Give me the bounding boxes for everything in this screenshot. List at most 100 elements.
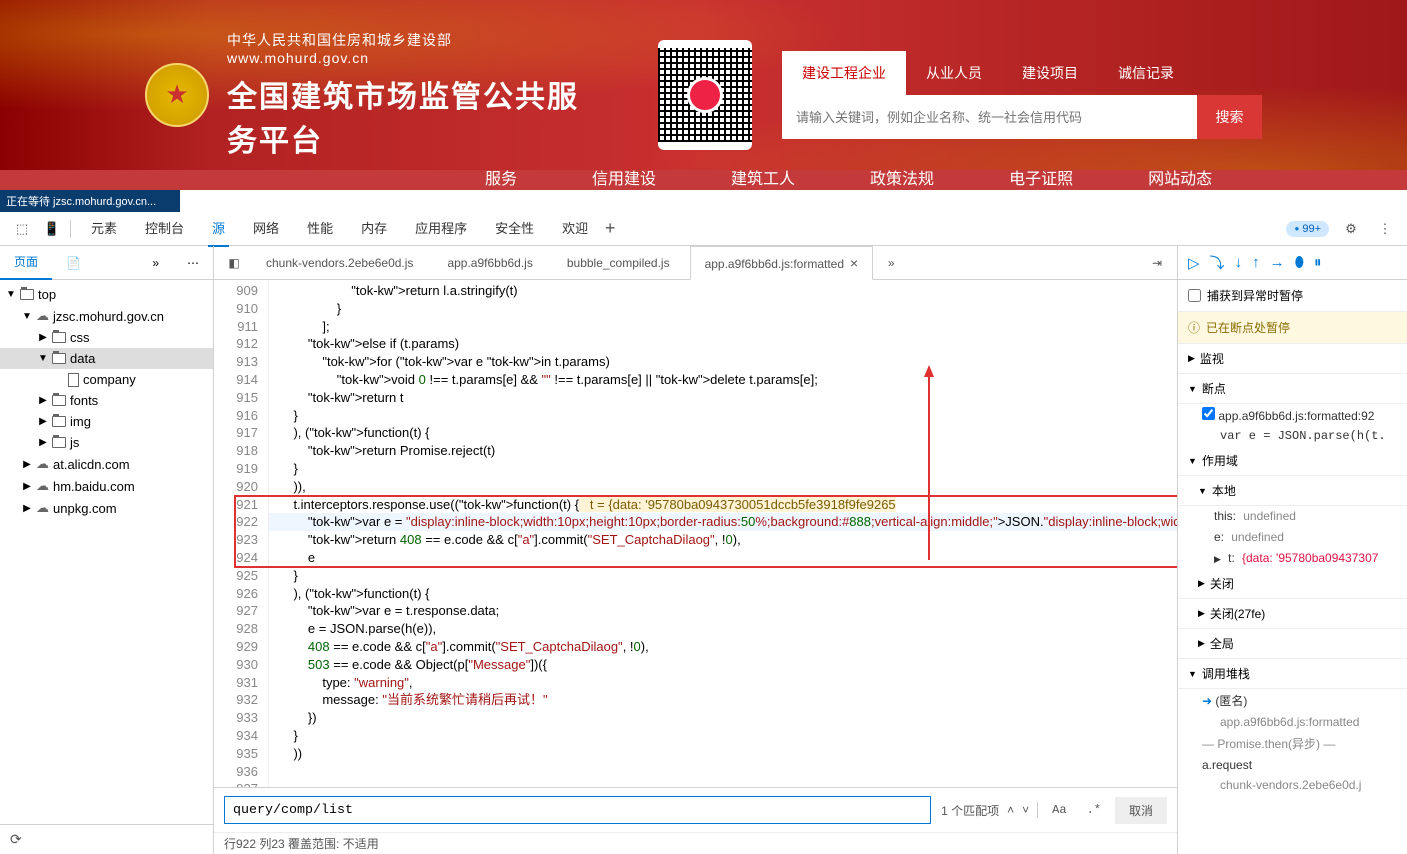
callstack-frame[interactable]: a.request [1178,755,1407,775]
folder-icon [52,437,66,448]
device-toggle-icon[interactable]: 📱 [40,217,64,241]
watch-section[interactable]: ▶监视 [1178,344,1407,374]
inspect-icon[interactable]: ⬚ [10,217,34,241]
tree-item-img[interactable]: ▶img [0,411,213,432]
header-title: 全国建筑市场监管公共服务平台 [227,72,598,160]
local-var[interactable]: e: undefined [1178,527,1407,548]
regex-toggle[interactable]: .* [1081,800,1107,820]
nav-item-5[interactable]: 网站动态 [1148,170,1212,190]
header-subtitle: 中华人民共和国住房和城乡建设部 www.mohurd.gov.cn [227,30,598,66]
nav-toggle-icon[interactable]: ◧ [222,251,246,275]
tree-item-js[interactable]: ▶js [0,432,213,453]
nav-item-2[interactable]: 建筑工人 [731,170,795,190]
issues-badge[interactable]: 99+ [1286,221,1329,237]
site-header: 中华人民共和国住房和城乡建设部 www.mohurd.gov.cn 全国建筑市场… [0,0,1407,170]
national-emblem-icon [145,63,209,127]
search-tab-1[interactable]: 从业人员 [906,51,1002,95]
debugger-sidebar: ▷ ⤵ ↓ ↑ → ⬮ ⏸ 捕获到异常时暂停 ⓘ已在断点处暂停 ▶监视 ▼断点 … [1177,246,1407,854]
devtools-tab-源[interactable]: 源 [208,210,229,247]
file-tab-2[interactable]: bubble_compiled.js [553,248,684,278]
case-toggle[interactable]: Aa [1046,800,1072,820]
search-tab-0[interactable]: 建设工程企业 [782,51,906,95]
tree-item-at.alicdn.com[interactable]: ▶at.alicdn.com [0,453,213,475]
callstack-frame[interactable]: ➜ (匿名) [1178,689,1407,712]
step-over-icon[interactable]: ⤵ [1210,252,1225,273]
tree-item-top[interactable]: ▼top [0,284,213,305]
pause-exc-icon[interactable]: ⏸ [1314,254,1322,271]
search-input[interactable] [782,95,1197,139]
qr-code [658,40,752,150]
more-tabs-icon[interactable]: » [138,248,173,278]
devtools-tab-欢迎[interactable]: 欢迎 [558,210,592,247]
settings-icon[interactable]: ⚙ [1339,217,1363,241]
nav-item-3[interactable]: 政策法规 [870,170,934,190]
deactivate-bp-icon[interactable]: ⬮ [1295,254,1304,271]
devtools-tab-控制台[interactable]: 控制台 [141,210,188,247]
breakpoints-section[interactable]: ▼断点 [1178,374,1407,404]
local-var[interactable]: ▶ t: {data: '95780ba09437307 [1178,548,1407,569]
find-input[interactable] [224,796,931,824]
callstack-section[interactable]: ▼调用堆栈 [1178,659,1407,689]
main-nav: 服务 信用建设 建筑工人 政策法规 电子证照 网站动态 [0,170,1407,190]
search-tab-2[interactable]: 建设项目 [1002,51,1098,95]
nav-item-0[interactable]: 服务 [485,170,517,190]
folder-icon [52,332,66,343]
step-into-icon[interactable]: ↓ [1235,254,1243,271]
file-tab-1[interactable]: app.a9f6bb6d.js [433,248,546,278]
devtools-tab-内存[interactable]: 内存 [357,210,391,247]
tree-item-css[interactable]: ▶css [0,327,213,348]
step-icon[interactable]: → [1270,254,1285,271]
tree-item-data[interactable]: ▼data [0,348,213,369]
dock-icon[interactable]: ⇥ [1145,251,1169,275]
more-icon[interactable]: ⋮ [1373,217,1397,241]
match-count: 1 个匹配项 [941,802,999,819]
step-out-icon[interactable]: ↑ [1252,254,1260,271]
find-cancel[interactable]: 取消 [1115,797,1167,824]
devtools-tab-性能[interactable]: 性能 [303,210,337,247]
search-button[interactable]: 搜索 [1197,95,1262,139]
local-scope[interactable]: ▼本地 [1178,476,1407,506]
devtools-tab-安全性[interactable]: 安全性 [491,210,538,247]
paused-banner: ⓘ已在断点处暂停 [1178,312,1407,344]
local-var[interactable]: this: undefined [1178,506,1407,527]
tree-item-company[interactable]: company [0,369,213,390]
tree-item-unpkg.com[interactable]: ▶unpkg.com [0,497,213,519]
tree-item-hm.baidu.com[interactable]: ▶hm.baidu.com [0,475,213,497]
devtools-tab-应用程序[interactable]: 应用程序 [411,210,471,247]
file-tab-0[interactable]: chunk-vendors.2ebe6e0d.js [252,248,427,278]
status-bar: 正在等待 jzsc.mohurd.gov.cn... [0,190,180,212]
nav-item-1[interactable]: 信用建设 [592,170,656,190]
file-tab-3[interactable]: app.a9f6bb6d.js:formatted× [690,246,874,280]
page-tab[interactable]: 页面 [0,245,52,280]
devtools-toolbar: ⬚ 📱 元素控制台源网络性能内存应用程序安全性欢迎 + 99+ ⚙ ⋮ [0,212,1407,246]
pause-exception-checkbox[interactable] [1188,289,1201,302]
find-bar: 1 个匹配项 ˄ ˅ Aa .* 取消 [214,787,1177,832]
source-panel: ◧ chunk-vendors.2ebe6e0d.jsapp.a9f6bb6d.… [214,246,1177,854]
folder-icon [52,416,66,427]
cloud-icon [36,456,49,472]
devtools-tab-网络[interactable]: 网络 [249,210,283,247]
devtools-tab-元素[interactable]: 元素 [87,210,121,247]
cloud-icon [36,500,49,516]
nav-item-4[interactable]: 电子证照 [1009,170,1073,190]
prev-match-icon[interactable]: ˄ [1007,803,1014,817]
page-sidebar: 页面 📄 » ⋯ ▼top▼jzsc.mohurd.gov.cn▶css▼dat… [0,246,214,854]
scope-section[interactable]: ▼作用域 [1178,446,1407,476]
dots-icon[interactable]: ⋯ [173,248,213,278]
global-scope[interactable]: ▶全局 [1178,629,1407,659]
closure2-scope[interactable]: ▶关闭(27fe) [1178,599,1407,629]
close-icon[interactable]: × [850,255,858,271]
plus-icon[interactable]: + [598,217,622,241]
overrides-icon[interactable]: 📄 [52,248,95,278]
bp-checkbox[interactable] [1202,407,1215,420]
tree-item-jzsc.mohurd.gov.cn[interactable]: ▼jzsc.mohurd.gov.cn [0,305,213,327]
search-tab-3[interactable]: 诚信记录 [1098,51,1194,95]
sync-icon[interactable]: ⟳ [10,831,22,848]
more-files-icon[interactable]: » [879,251,903,275]
code-editor[interactable]: 9099109119129139149159169179189199209219… [214,280,1177,787]
search-tabs: 建设工程企业从业人员建设项目诚信记录 [782,51,1262,95]
closure-scope[interactable]: ▶关闭 [1178,569,1407,599]
next-match-icon[interactable]: ˅ [1022,803,1029,817]
tree-item-fonts[interactable]: ▶fonts [0,390,213,411]
resume-icon[interactable]: ▷ [1188,254,1200,272]
